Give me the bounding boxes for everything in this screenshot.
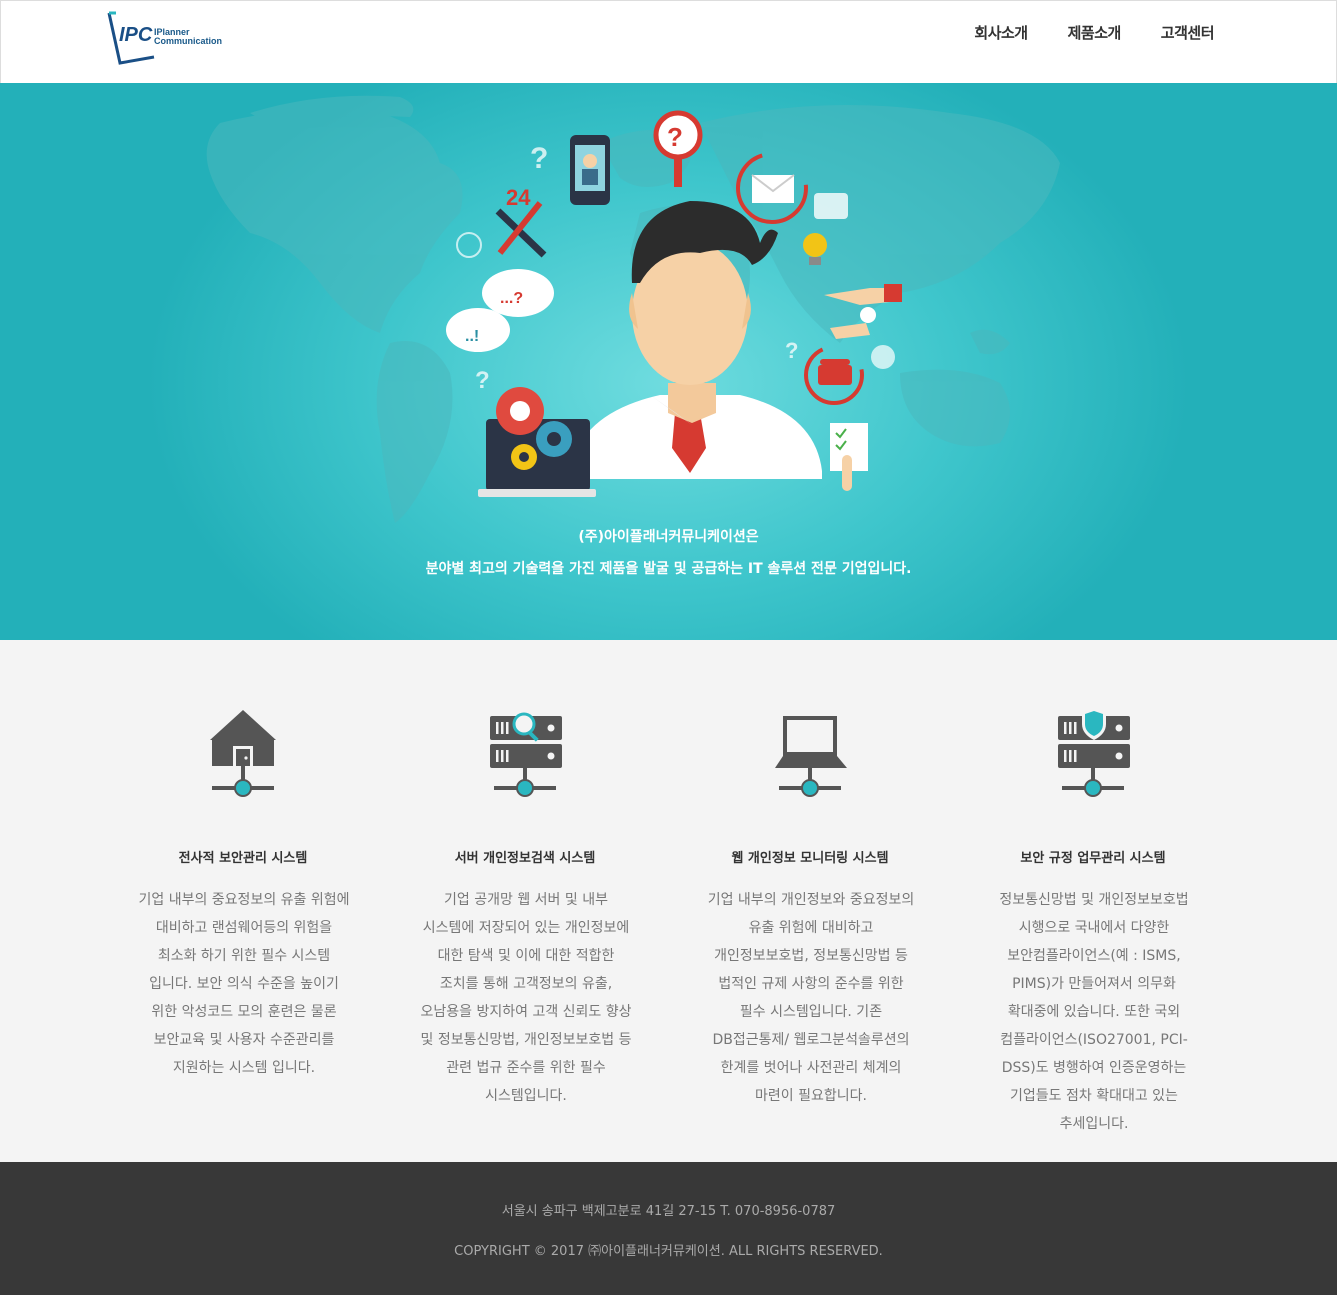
- laptop-gears-icon: [478, 387, 596, 497]
- logo-subtitle: IPlanner Communication: [154, 28, 222, 46]
- feature-title: 보안 규정 업무관리 시스템: [1020, 851, 1166, 866]
- main-nav: 회사소개 제품소개 고객센터: [934, 21, 1214, 45]
- logo-subtitle-line2: Communication: [154, 36, 223, 46]
- svg-text:..!: ..!: [465, 328, 479, 345]
- house-network-icon: [128, 708, 358, 800]
- feature-title: 웹 개인정보 모니터링 시스템: [731, 851, 889, 866]
- company-logo[interactable]: IPC IPlanner Communication: [106, 11, 226, 69]
- footer-address: 서울시 송파구 백제고분로 41길 27-15 T. 070-8956-0787: [501, 1204, 836, 1219]
- hero-banner: ? 24 ...? ..! ? ? ? (주)아이플래너커뮤니케이션은 분야별 …: [0, 83, 1337, 640]
- svg-text:?: ?: [667, 122, 683, 152]
- svg-text:?: ?: [785, 338, 798, 363]
- site-footer: 서울시 송파구 백제고분로 41길 27-15 T. 070-8956-0787…: [0, 1162, 1337, 1295]
- feature-title: 서버 개인정보검색 시스템: [454, 851, 596, 866]
- checklist-icon: [830, 423, 868, 491]
- svg-text:?: ?: [475, 367, 490, 394]
- hero-illustration: ? 24 ...? ..! ? ? ?: [206, 95, 1060, 523]
- features-section: 전사적 보안관리 시스템 기업 내부의 중요정보의 유출 위험에 대비하고 랜섬…: [0, 640, 1337, 1162]
- server-shield-icon: [978, 708, 1208, 800]
- nav-products[interactable]: 제품소개: [1068, 21, 1122, 45]
- hero-line-2: 분야별 최고의 기술력을 가진 제품을 발굴 및 공급하는 IT 솔루션 전문 …: [425, 561, 912, 577]
- feature-title: 전사적 보안관리 시스템: [178, 851, 308, 866]
- speech-bubbles-icon: ...? ..!: [446, 269, 554, 352]
- wrench-24-icon: 24: [495, 185, 547, 258]
- laptop-network-icon: [695, 708, 925, 800]
- feature-description: 기업 내부의 중요정보의 유출 위험에 대비하고 랜섬웨어등의 위험을 최소화 …: [138, 892, 350, 1076]
- server-search-icon: [410, 708, 640, 800]
- telephone-cycle-icon: [804, 345, 864, 405]
- feature-description: 기업 공개망 웹 서버 및 내부 시스템에 저장되어 있는 개인정보에 대한 탐…: [420, 892, 632, 1104]
- svg-text:IPC: IPC: [119, 24, 153, 46]
- feature-description: 정보통신망법 및 개인정보보호법 시행으로 국내에서 다양한 보안컴플라이언스(…: [999, 892, 1189, 1132]
- hero-line-1: (주)아이플래너커뮤니케이션은: [578, 529, 759, 545]
- thumbs-up-icon: [814, 193, 848, 219]
- svg-text:...?: ...?: [500, 290, 523, 307]
- svg-text:24: 24: [506, 185, 531, 210]
- nav-about[interactable]: 회사소개: [974, 21, 1028, 45]
- smartphone-icon: [570, 135, 610, 205]
- site-header: IPC IPlanner Communication 회사소개 제품소개 고객센…: [0, 0, 1337, 83]
- svg-text:?: ?: [530, 142, 548, 175]
- feature-description: 기업 내부의 개인정보와 중요정보의 유출 위험에 대비하고 개인정보보호법, …: [707, 892, 915, 1104]
- nav-support[interactable]: 고객센터: [1161, 21, 1215, 45]
- footer-copyright: COPYRIGHT © 2017 ㈜아이플래너커뮤케이션. ALL RIGHTS…: [454, 1244, 883, 1259]
